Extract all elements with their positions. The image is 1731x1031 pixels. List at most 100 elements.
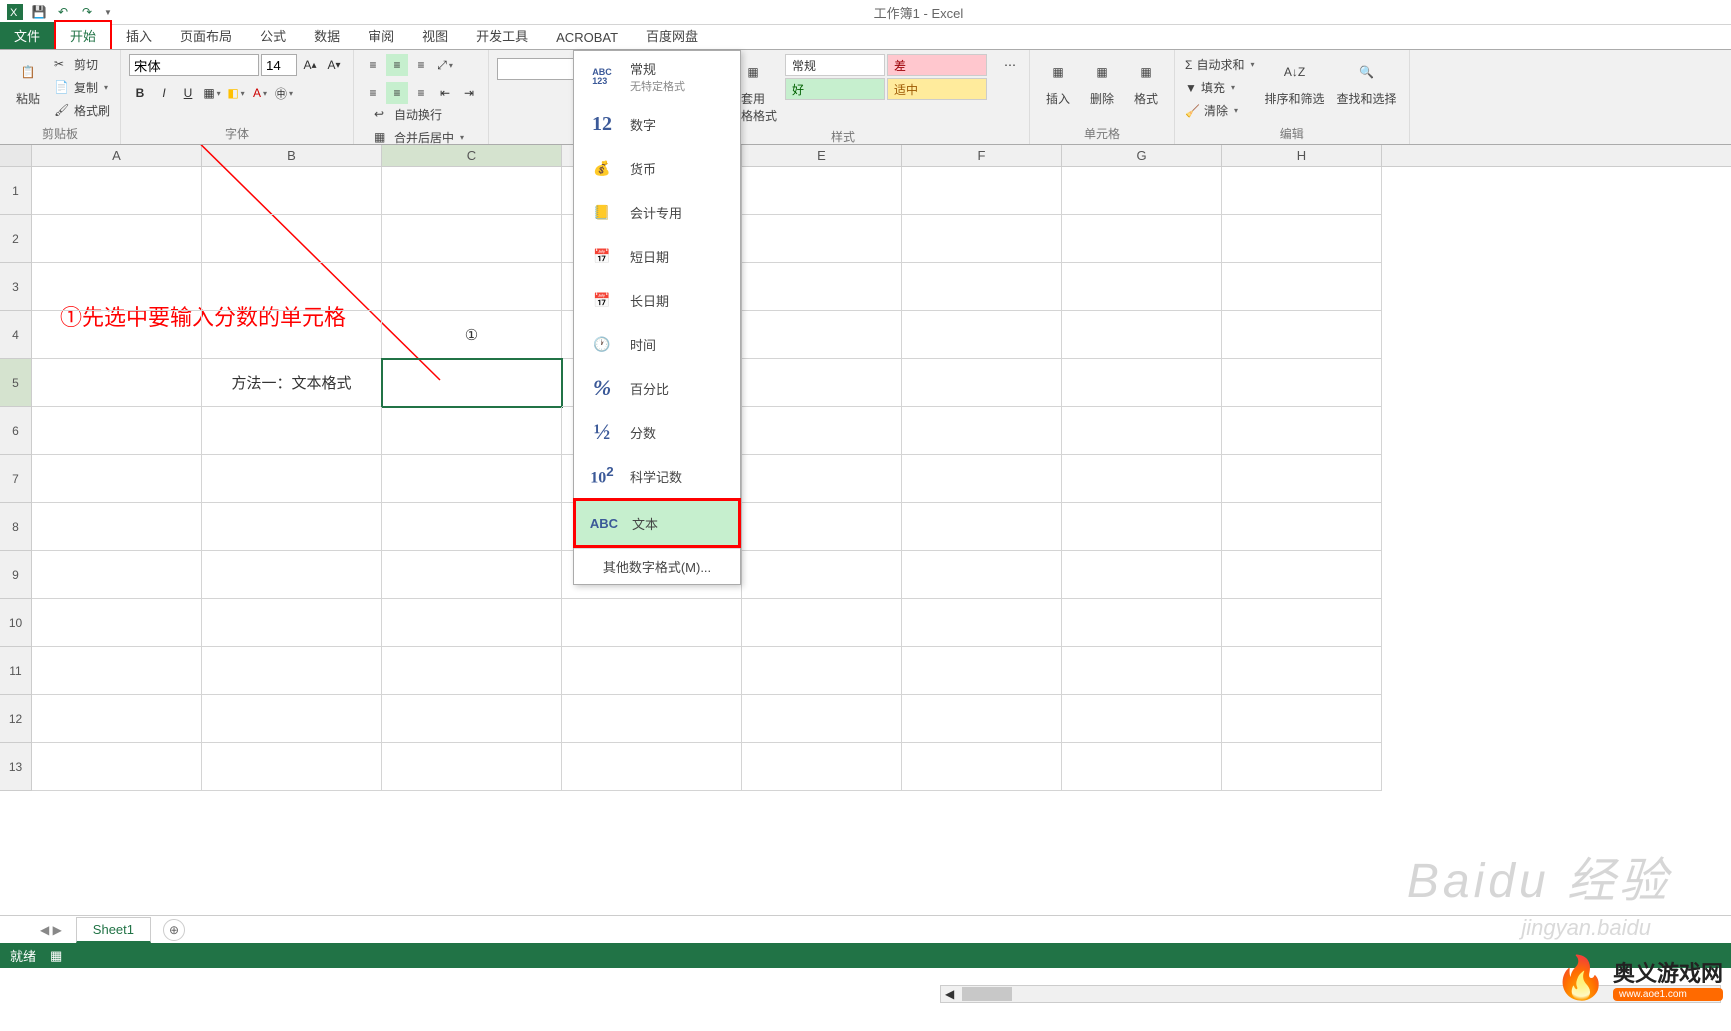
- cell[interactable]: [32, 167, 202, 215]
- row-header[interactable]: 4: [0, 311, 32, 359]
- cell[interactable]: [742, 455, 902, 503]
- row-header[interactable]: 7: [0, 455, 32, 503]
- cell[interactable]: [742, 311, 902, 359]
- row-header[interactable]: 11: [0, 647, 32, 695]
- cell[interactable]: [742, 503, 902, 551]
- tab-layout[interactable]: 页面布局: [166, 22, 246, 49]
- cell[interactable]: [1062, 551, 1222, 599]
- orientation-button[interactable]: ⤢▾: [434, 54, 456, 76]
- format-painter-button[interactable]: 🖌格式刷: [52, 100, 112, 121]
- cell[interactable]: [1222, 503, 1382, 551]
- nf-item-text[interactable]: ABC文本: [576, 501, 738, 545]
- cell[interactable]: [202, 551, 382, 599]
- col-header[interactable]: A: [32, 145, 202, 166]
- row-header[interactable]: 13: [0, 743, 32, 791]
- cell[interactable]: [902, 407, 1062, 455]
- fill-color-button[interactable]: ◧▾: [225, 82, 247, 104]
- cell[interactable]: [32, 407, 202, 455]
- cell[interactable]: [742, 359, 902, 407]
- cell[interactable]: [1222, 647, 1382, 695]
- cell[interactable]: [202, 695, 382, 743]
- cell[interactable]: [32, 215, 202, 263]
- cell[interactable]: [202, 455, 382, 503]
- col-header[interactable]: G: [1062, 145, 1222, 166]
- cell[interactable]: [1222, 167, 1382, 215]
- autosum-button[interactable]: Σ 自动求和▾: [1183, 54, 1256, 75]
- row-header[interactable]: 5: [0, 359, 32, 407]
- cell[interactable]: [382, 647, 562, 695]
- cell[interactable]: [1222, 263, 1382, 311]
- style-good[interactable]: 好: [785, 78, 885, 100]
- cell[interactable]: [1062, 455, 1222, 503]
- cell[interactable]: [1062, 599, 1222, 647]
- format-cells-button[interactable]: ▦格式: [1126, 54, 1166, 109]
- cell[interactable]: [1222, 743, 1382, 791]
- cell[interactable]: [382, 551, 562, 599]
- cell[interactable]: [32, 599, 202, 647]
- shrink-font-button[interactable]: A▾: [323, 54, 345, 76]
- cell[interactable]: [902, 647, 1062, 695]
- cell[interactable]: [742, 743, 902, 791]
- cell[interactable]: [1062, 215, 1222, 263]
- cell[interactable]: [1062, 311, 1222, 359]
- row-header[interactable]: 2: [0, 215, 32, 263]
- add-sheet-button[interactable]: ⊕: [163, 919, 185, 941]
- row-header[interactable]: 9: [0, 551, 32, 599]
- cell[interactable]: [1222, 599, 1382, 647]
- col-header[interactable]: B: [202, 145, 382, 166]
- cell[interactable]: [902, 743, 1062, 791]
- border-button[interactable]: ▦▾: [201, 82, 223, 104]
- tab-home[interactable]: 开始: [54, 20, 112, 49]
- cell[interactable]: [1062, 167, 1222, 215]
- col-header[interactable]: E: [742, 145, 902, 166]
- row-header[interactable]: 12: [0, 695, 32, 743]
- align-middle-button[interactable]: ≡: [386, 54, 408, 76]
- cell[interactable]: [1222, 407, 1382, 455]
- paste-button[interactable]: 📋 粘贴: [8, 54, 48, 109]
- cell[interactable]: [1062, 647, 1222, 695]
- cell[interactable]: [32, 551, 202, 599]
- cell[interactable]: [1222, 455, 1382, 503]
- cell[interactable]: [902, 311, 1062, 359]
- cell[interactable]: [1222, 311, 1382, 359]
- insert-cells-button[interactable]: ▦插入: [1038, 54, 1078, 109]
- styles-more-button[interactable]: ⋯: [999, 54, 1021, 76]
- tab-dev[interactable]: 开发工具: [462, 22, 542, 49]
- cell[interactable]: [562, 695, 742, 743]
- italic-button[interactable]: I: [153, 82, 175, 104]
- cell[interactable]: [902, 359, 1062, 407]
- nf-item[interactable]: 📅短日期: [574, 234, 740, 278]
- qat-dropdown-icon[interactable]: ▼: [104, 8, 112, 17]
- col-header[interactable]: C: [382, 145, 562, 166]
- indent-increase-button[interactable]: ⇥: [458, 82, 480, 104]
- cell[interactable]: [902, 215, 1062, 263]
- cell[interactable]: [32, 743, 202, 791]
- cell[interactable]: [382, 407, 562, 455]
- find-select-button[interactable]: 🔍查找和选择: [1333, 54, 1401, 109]
- tab-review[interactable]: 审阅: [354, 22, 408, 49]
- cell[interactable]: [1222, 359, 1382, 407]
- font-size-select[interactable]: [261, 54, 297, 76]
- cell[interactable]: [1062, 407, 1222, 455]
- tab-insert[interactable]: 插入: [112, 22, 166, 49]
- cell[interactable]: [202, 503, 382, 551]
- tab-baidu[interactable]: 百度网盘: [632, 22, 712, 49]
- tab-file[interactable]: 文件: [0, 22, 54, 49]
- nf-item[interactable]: 📒会计专用: [574, 190, 740, 234]
- copy-button[interactable]: 📄复制▾: [52, 77, 112, 98]
- wrap-text-button[interactable]: ↩自动换行: [372, 104, 480, 125]
- cell[interactable]: [1062, 743, 1222, 791]
- cell[interactable]: [1222, 551, 1382, 599]
- row-header[interactable]: 10: [0, 599, 32, 647]
- cell[interactable]: [202, 599, 382, 647]
- cell[interactable]: [742, 551, 902, 599]
- cell[interactable]: ①: [382, 311, 562, 359]
- sort-filter-button[interactable]: A↓Z排序和筛选: [1261, 54, 1329, 109]
- cell[interactable]: [32, 647, 202, 695]
- cell[interactable]: [562, 647, 742, 695]
- cell[interactable]: [742, 407, 902, 455]
- cell[interactable]: [902, 599, 1062, 647]
- row-header[interactable]: 3: [0, 263, 32, 311]
- cell[interactable]: [382, 455, 562, 503]
- cell[interactable]: [902, 503, 1062, 551]
